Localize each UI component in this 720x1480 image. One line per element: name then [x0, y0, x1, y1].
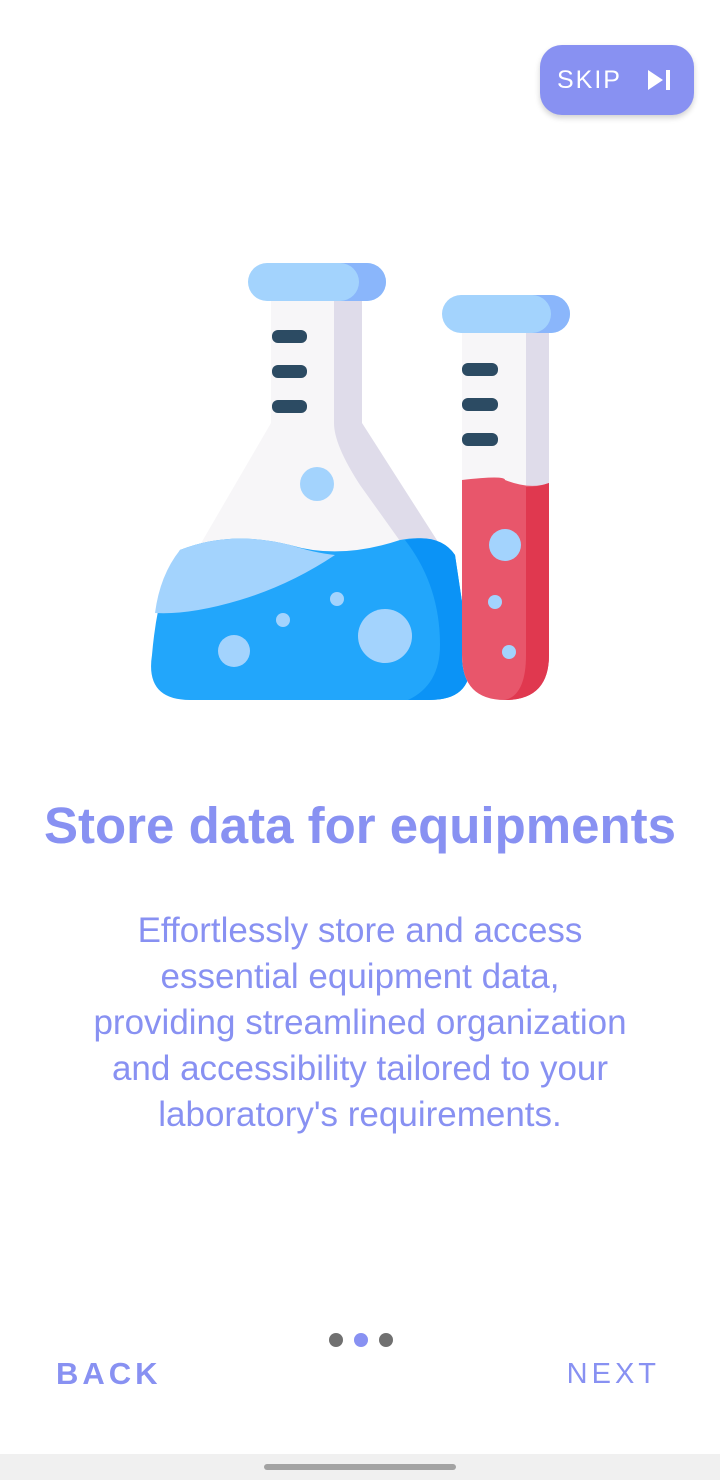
back-button[interactable]: BACK — [56, 1356, 162, 1392]
system-navigation-bar — [0, 1454, 720, 1480]
skip-button[interactable]: SKIP — [540, 45, 694, 115]
description-line: and accessibility tailored to your — [111, 1049, 609, 1088]
page-indicator-dot-active[interactable] — [354, 1333, 368, 1347]
onboarding-screen: SKIP Store data for equipments Effortles… — [0, 0, 720, 1480]
page-indicator-dot[interactable] — [329, 1333, 343, 1347]
lab-flask-and-test-tube-icon — [151, 263, 570, 700]
next-button[interactable]: NEXT — [567, 1358, 660, 1391]
description-line: providing streamlined organization — [93, 1003, 627, 1042]
description-line: essential equipment data, — [160, 957, 560, 996]
description-line: Effortlessly store and access — [137, 911, 583, 950]
page-title: Store data for equipments — [44, 797, 676, 854]
home-gesture-handle[interactable] — [264, 1464, 456, 1470]
skip-button-label: SKIP — [557, 65, 622, 94]
page-description: Effortlessly store and access essential … — [40, 908, 680, 1138]
description-line: laboratory's requirements. — [158, 1095, 562, 1134]
page-indicator — [329, 1333, 393, 1347]
page-indicator-dot[interactable] — [379, 1333, 393, 1347]
skip-next-icon — [648, 70, 670, 90]
